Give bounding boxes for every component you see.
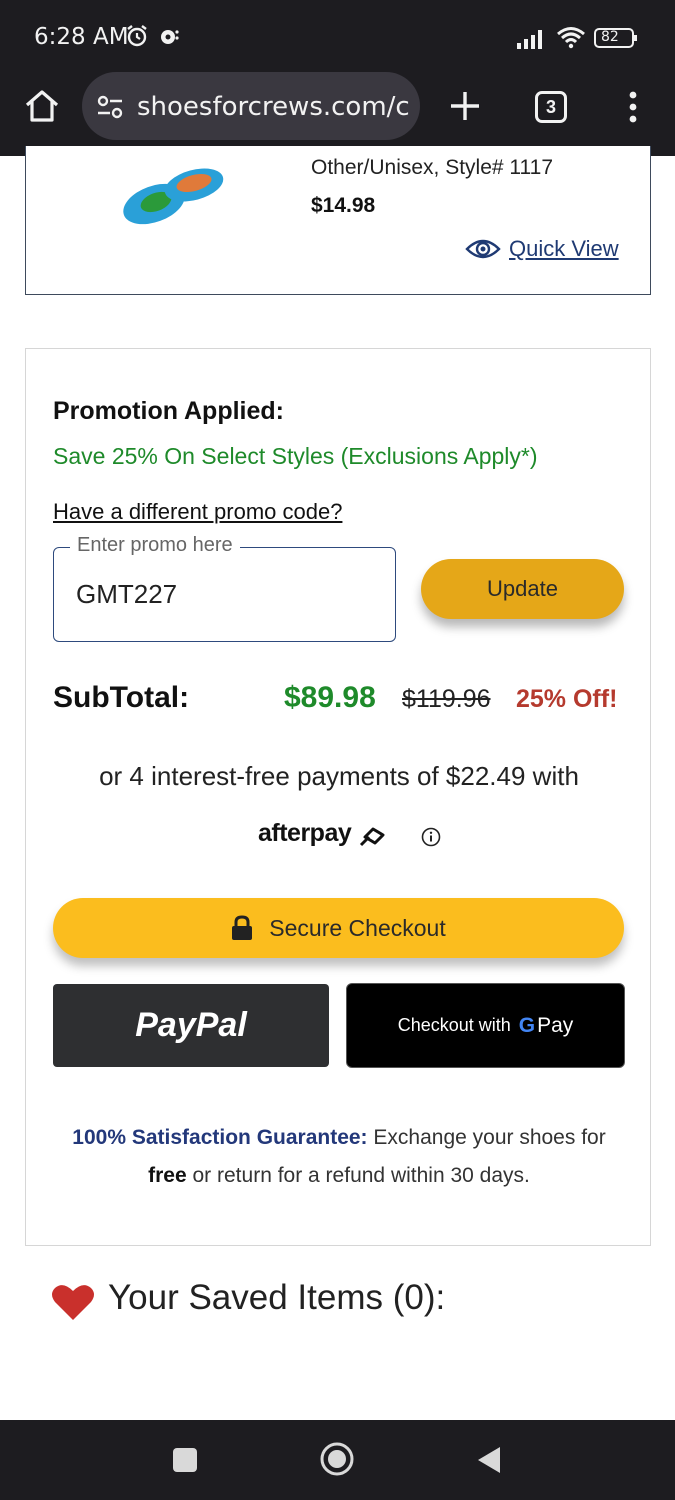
promo-code-field[interactable]: Enter promo here <box>53 534 396 642</box>
product-image[interactable] <box>114 160 224 230</box>
cart-item-card: Other/Unisex, Style# 1117 $14.98 Quick V… <box>25 146 651 295</box>
quick-view-label: Quick View <box>509 236 619 261</box>
system-navigation-bar <box>0 1420 675 1500</box>
promo-field-label: Enter promo here <box>70 534 240 557</box>
afterpay-logo: afterpay <box>258 819 352 847</box>
promo-code-input[interactable] <box>76 576 376 612</box>
afterpay-installments: or 4 interest-free payments of $22.49 wi… <box>99 761 579 791</box>
change-promo-link[interactable]: Have a different promo code? <box>53 499 342 525</box>
guarantee-heading: 100% Satisfaction Guarantee: <box>72 1126 368 1149</box>
site-settings-icon[interactable] <box>96 94 124 120</box>
info-icon[interactable] <box>421 827 441 847</box>
wifi-icon <box>557 27 585 49</box>
tab-switcher-button[interactable]: 3 <box>535 91 567 123</box>
subtotal-price: $89.98 <box>284 681 376 714</box>
google-pay-text: Pay <box>537 1013 574 1037</box>
more-options-icon[interactable] <box>626 90 640 124</box>
signal-icon <box>517 30 542 49</box>
url-text: shoesforcrews.com/c <box>137 92 410 122</box>
google-pay-label: Checkout with <box>397 1015 511 1035</box>
address-bar[interactable]: shoesforcrews.com/c <box>82 72 420 140</box>
home-icon[interactable] <box>22 86 62 126</box>
update-promo-button[interactable]: Update <box>421 559 624 619</box>
browser-toolbar: shoesforcrews.com/c 3 <box>0 72 675 156</box>
order-summary-card: Promotion Applied: Save 25% On Select St… <box>25 348 651 1246</box>
guarantee-free: free <box>148 1164 187 1187</box>
google-pay-button[interactable]: Checkout with G Pay <box>346 983 625 1068</box>
quick-view-link[interactable]: Quick View <box>465 234 619 264</box>
recents-icon[interactable] <box>173 1448 197 1472</box>
product-style: Other/Unisex, Style# 1117 <box>311 156 554 179</box>
original-price: $119.96 <box>402 685 491 713</box>
new-tab-icon[interactable] <box>447 88 483 124</box>
google-g-icon: G <box>518 1013 536 1037</box>
home-circle-icon[interactable] <box>319 1441 355 1477</box>
satisfaction-guarantee: 100% Satisfaction Guarantee: Exchange yo… <box>26 1119 652 1195</box>
back-icon[interactable] <box>476 1445 502 1475</box>
discount-badge: 25% Off! <box>516 685 618 713</box>
guarantee-text-2: or return for a refund within 30 days. <box>186 1164 530 1187</box>
secure-checkout-label: Secure Checkout <box>269 914 446 941</box>
afterpay-arrow-icon <box>359 827 385 847</box>
eye-icon <box>465 239 501 259</box>
battery-level: 82 <box>601 29 619 45</box>
product-price: $14.98 <box>311 194 376 217</box>
promotion-description: Save 25% On Select Styles (Exclusions Ap… <box>53 443 538 469</box>
notification-icon <box>161 30 179 44</box>
lock-icon <box>232 915 253 940</box>
paypal-button[interactable]: PayPal <box>53 984 329 1067</box>
paypal-logo: PayPal <box>135 1006 247 1044</box>
heart-icon <box>52 1285 94 1320</box>
guarantee-text-1: Exchange your shoes for <box>367 1126 606 1149</box>
status-time: 6:28 AM <box>34 24 129 50</box>
status-bar: 6:28 AM 82 <box>0 0 675 72</box>
secure-checkout-button[interactable]: Secure Checkout <box>53 898 624 958</box>
alarm-icon <box>127 25 147 47</box>
subtotal-label: SubTotal: <box>53 681 190 714</box>
promotion-title: Promotion Applied: <box>53 397 284 425</box>
saved-items-title[interactable]: Your Saved Items (0): <box>108 1278 445 1318</box>
